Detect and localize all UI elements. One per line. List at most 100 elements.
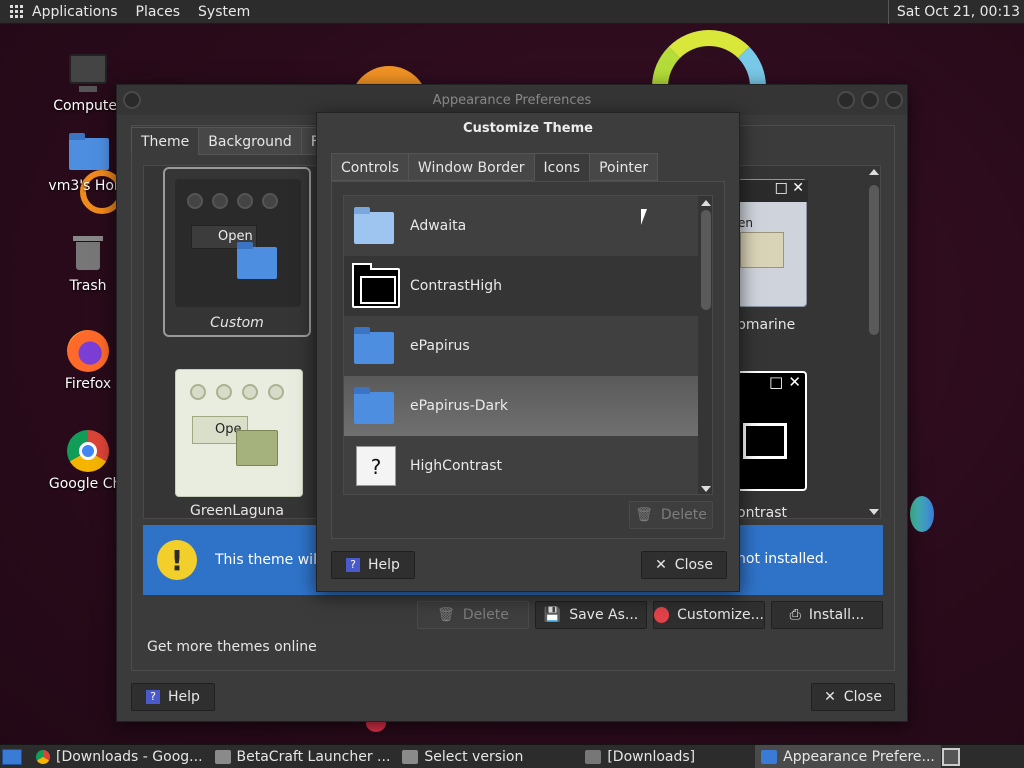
delete-icon: 🗑	[635, 507, 653, 523]
tab-theme[interactable]: Theme	[131, 127, 200, 155]
java-icon	[402, 749, 419, 764]
taskbar-item[interactable]: [Downloads]	[579, 745, 701, 768]
theme-card-greenlaguna[interactable]: Ope GreenLaguna	[165, 367, 309, 523]
save-as-label: Save As...	[569, 607, 639, 623]
icon-theme-list: Adwaita ContrastHigh ePapirus ePapirus-D…	[343, 195, 713, 495]
appearance-close-button[interactable]: ✕ Close	[811, 683, 895, 711]
list-item-selected[interactable]: ePapirus-Dark	[344, 376, 698, 436]
maximize-icon[interactable]	[861, 91, 879, 109]
preview-open-label-sub: en	[738, 216, 753, 230]
window-title: Appearance Preferences	[432, 92, 592, 108]
tab-background[interactable]: Background	[198, 127, 302, 155]
show-desktop-icon[interactable]	[2, 748, 22, 765]
tab-window-border[interactable]: Window Border	[407, 153, 535, 181]
icon-theme-name: ePapirus-Dark	[410, 398, 508, 414]
help-icon: ?	[346, 558, 361, 572]
taskbar-label: Appearance Prefere...	[783, 748, 935, 765]
java-icon	[214, 749, 231, 764]
icon-theme-delete-button[interactable]: 🗑 Delete	[629, 501, 713, 529]
applications-grid-icon[interactable]	[10, 4, 24, 19]
trash-icon	[67, 232, 109, 274]
delete-icon: 🗑	[437, 607, 455, 623]
get-more-themes-link[interactable]: Get more themes online	[147, 639, 317, 655]
icon-theme-name: ePapirus	[410, 338, 470, 354]
customize-label: Customize...	[677, 607, 764, 623]
customize-titlebar[interactable]: Customize Theme	[317, 113, 739, 143]
taskbar-item[interactable]: BetaCraft Launcher ...	[209, 745, 397, 768]
icon-theme-name: HighContrast	[410, 458, 502, 474]
question-mark: ?	[370, 455, 382, 479]
taskbar-item-active[interactable]: Appearance Prefere...	[755, 744, 941, 768]
taskbar-item[interactable]: [Downloads - Goog...	[30, 745, 209, 768]
customize-button[interactable]: Customize...	[653, 601, 765, 629]
theme-name-contrast: ontrast	[737, 505, 788, 521]
taskbar-label: Select version	[424, 748, 524, 765]
customize-tabs: Controls Window Border Icons Pointer	[331, 153, 659, 181]
theme-name-custom: Custom	[210, 315, 264, 331]
list-item[interactable]: ContrastHigh	[344, 256, 698, 316]
customize-help-button[interactable]: ? Help	[331, 551, 415, 579]
close-icon: ✕	[824, 689, 836, 705]
save-icon: 💾	[543, 607, 562, 623]
minimize-icon[interactable]	[837, 91, 855, 109]
mouse-pointer-icon	[641, 209, 647, 225]
theme-grid-scrollbar[interactable]	[869, 169, 879, 515]
tab-controls[interactable]: Controls	[331, 153, 409, 181]
icon-theme-name: Adwaita	[410, 218, 467, 234]
save-as-button[interactable]: 💾 Save As...	[535, 601, 647, 629]
clock[interactable]: Sat Oct 21, 00:13	[887, 0, 1020, 24]
theme-preview-greenlaguna: Ope	[175, 369, 303, 497]
icon-theme-delete-label: Delete	[660, 507, 707, 523]
customize-icon	[654, 607, 670, 623]
window-menu-icon[interactable]	[123, 91, 141, 109]
theme-preview-custom: Open	[175, 179, 301, 307]
top-menu: Applications Places System	[0, 4, 250, 20]
close-icon: ✕	[655, 557, 667, 573]
list-item[interactable]: ? HighContrast	[344, 436, 698, 494]
home-folder-icon	[67, 132, 109, 174]
taskbar-item[interactable]: Select version	[396, 745, 529, 768]
menu-applications[interactable]: Applications	[32, 4, 118, 20]
delete-theme-button[interactable]: 🗑 Delete	[417, 601, 529, 629]
theme-card-contrast[interactable]: □ ✕ ontrast	[737, 371, 817, 521]
taskbar-label: [Downloads]	[607, 748, 696, 765]
tab-pointer[interactable]: Pointer	[589, 153, 659, 181]
customize-help-label: Help	[368, 557, 400, 573]
install-icon: ⎙	[789, 607, 801, 623]
taskbar: [Downloads - Goog... BetaCraft Launcher …	[0, 744, 1024, 768]
theme-card-custom[interactable]: Open Custom	[163, 167, 311, 337]
wallpaper-blob	[910, 496, 934, 532]
folder-icon	[352, 324, 396, 368]
appearance-titlebar[interactable]: Appearance Preferences	[117, 85, 907, 115]
customize-close-label: Close	[674, 557, 713, 573]
appearance-close-label: Close	[843, 689, 882, 705]
install-button[interactable]: ⎙ Install...	[771, 601, 883, 629]
menu-places[interactable]: Places	[136, 4, 181, 20]
taskbar-label: [Downloads - Goog...	[56, 748, 203, 765]
appearance-icon	[761, 749, 778, 764]
menu-system[interactable]: System	[198, 4, 250, 20]
delete-theme-label: Delete	[462, 607, 509, 623]
top-panel: Applications Places System Sat Oct 21, 0…	[0, 0, 1024, 24]
tab-icons[interactable]: Icons	[533, 153, 591, 181]
chrome-icon	[36, 749, 50, 764]
theme-name-greenlaguna: GreenLaguna	[190, 503, 284, 519]
customize-theme-dialog: Customize Theme Controls Window Border I…	[316, 112, 740, 592]
unknown-file-icon: ?	[352, 444, 396, 488]
list-item[interactable]: ePapirus	[344, 316, 698, 376]
appearance-help-button[interactable]: ? Help	[131, 683, 215, 711]
theme-name-submarine: bmarine	[737, 317, 796, 333]
close-window-icon[interactable]	[885, 91, 903, 109]
folder-icon	[585, 749, 602, 764]
warning-icon: !	[157, 540, 197, 580]
customize-title: Customize Theme	[463, 120, 593, 136]
theme-preview-contrast: □ ✕	[737, 371, 807, 491]
customize-close-button[interactable]: ✕ Close	[641, 551, 727, 579]
workspace-switcher[interactable]	[942, 748, 960, 766]
computer-icon	[67, 52, 109, 94]
list-item[interactable]: Adwaita	[344, 196, 698, 256]
theme-preview-submarine: □ ✕ en	[737, 179, 808, 307]
folder-icon	[352, 384, 396, 428]
icon-list-scrollbar[interactable]	[700, 196, 712, 494]
theme-card-submarine[interactable]: □ ✕ en bmarine	[737, 179, 817, 339]
